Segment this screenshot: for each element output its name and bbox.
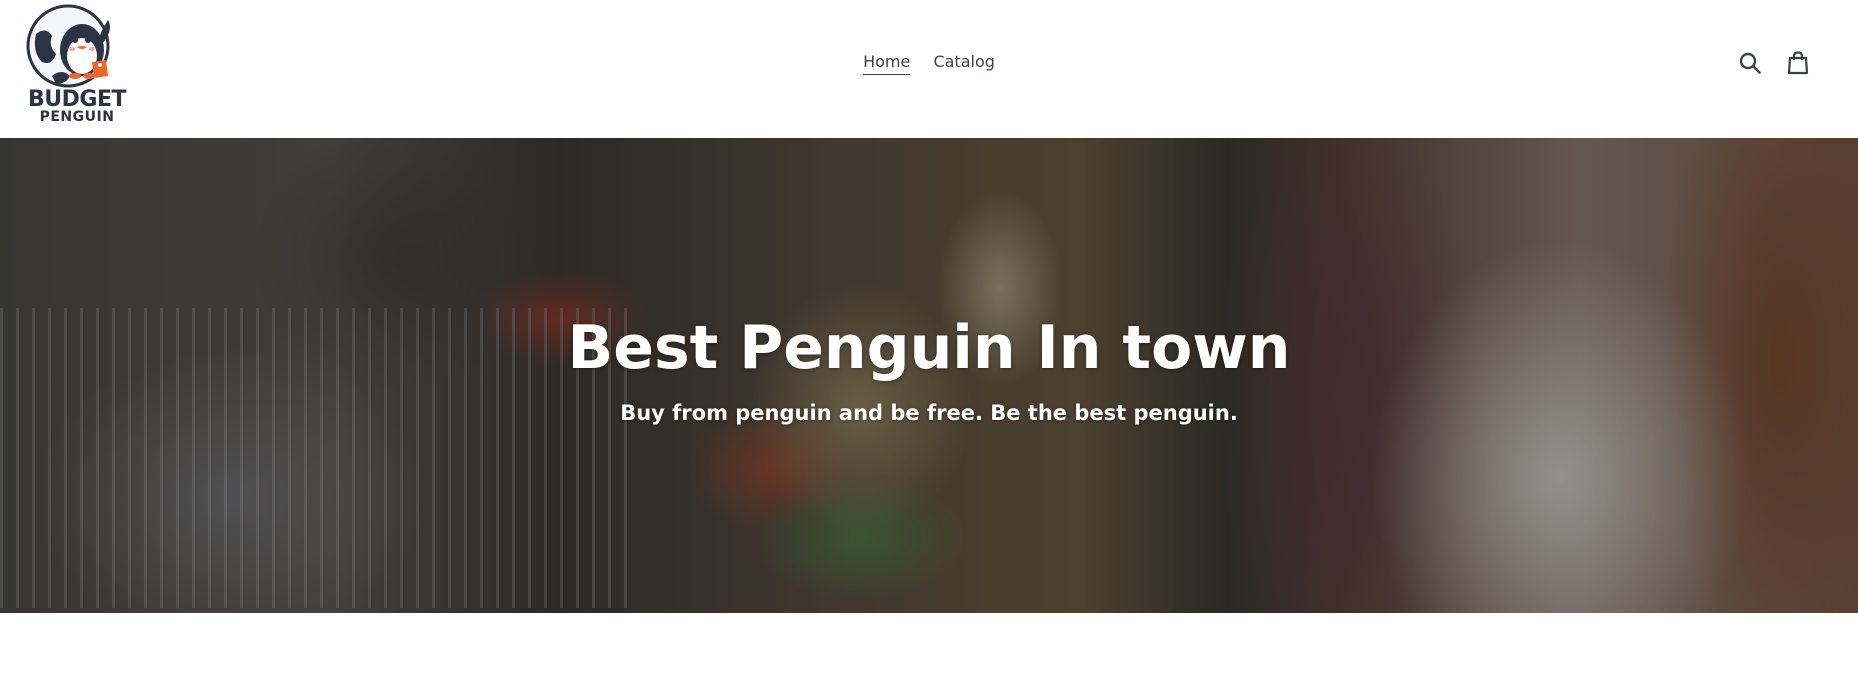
nav-link-catalog[interactable]: Catalog	[933, 52, 994, 74]
penguin-globe-logo	[26, 4, 110, 88]
logo-text-line2: PENGUIN	[39, 109, 115, 125]
cart-icon[interactable]	[1786, 50, 1810, 76]
site-header: BUDGET PENGUIN Home Catalog	[0, 0, 1858, 138]
logo-text-line1: BUDGET	[28, 87, 127, 112]
hero-subtitle: Buy from penguin and be free. Be the bes…	[620, 401, 1238, 425]
hero-content: Best Penguin In town Buy from penguin an…	[0, 318, 1858, 425]
hero-title: Best Penguin In town	[567, 313, 1291, 383]
main-nav: Home Catalog	[0, 52, 1858, 75]
header-icons	[1738, 50, 1810, 76]
hero-banner: Best Penguin In town Buy from penguin an…	[0, 138, 1858, 613]
search-icon[interactable]	[1738, 50, 1762, 76]
nav-link-home[interactable]: Home	[863, 52, 911, 75]
